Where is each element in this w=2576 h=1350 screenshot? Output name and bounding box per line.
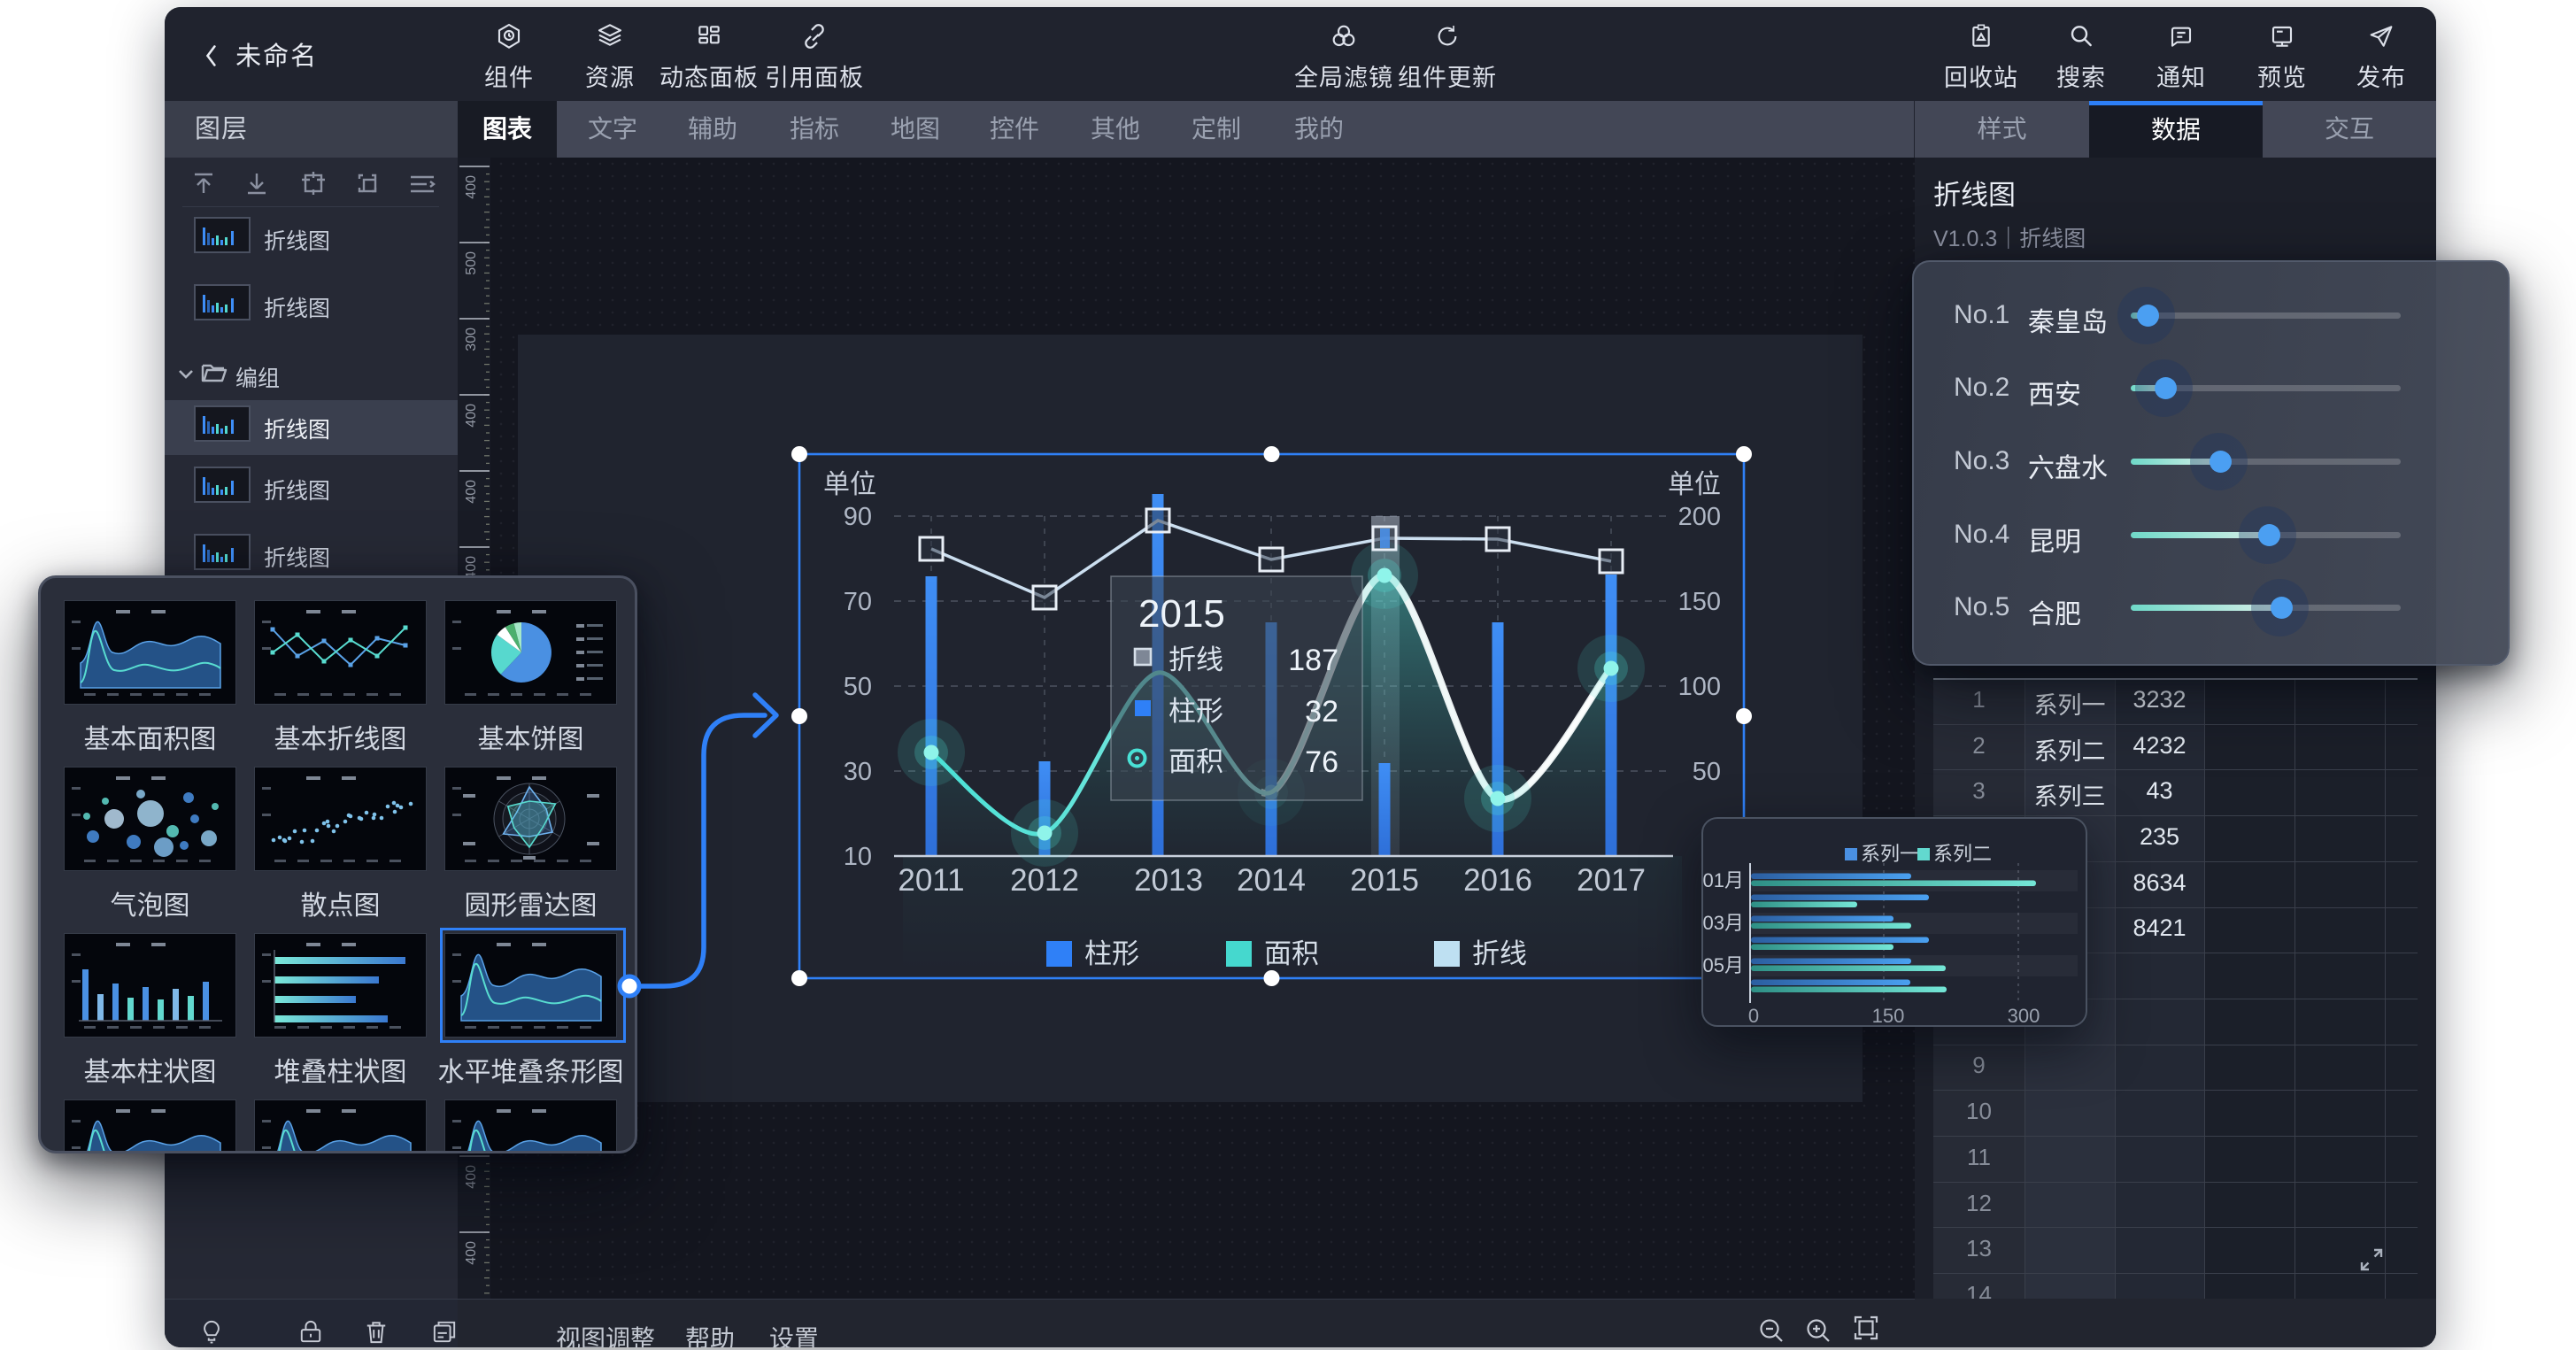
svg-text:2012: 2012 — [1010, 863, 1079, 898]
svg-text:10: 10 — [844, 843, 872, 871]
svg-text:500: 500 — [464, 251, 479, 275]
svg-text:300: 300 — [2008, 1005, 2040, 1027]
svg-text:2016: 2016 — [1463, 863, 1532, 898]
svg-text:单位: 单位 — [1668, 470, 1721, 499]
svg-text:70: 70 — [844, 588, 872, 616]
svg-text:300: 300 — [464, 328, 479, 351]
svg-text:200: 200 — [1678, 503, 1721, 531]
svg-text:400: 400 — [464, 1165, 479, 1189]
svg-text:400: 400 — [464, 1241, 479, 1265]
svg-text:50: 50 — [844, 673, 872, 701]
svg-text:折线: 折线 — [1168, 644, 1223, 675]
svg-text:400: 400 — [464, 404, 479, 428]
svg-text:柱形: 柱形 — [1168, 696, 1223, 727]
svg-text:05月: 05月 — [1703, 954, 1744, 976]
svg-text:187: 187 — [1288, 644, 1338, 677]
svg-text:76: 76 — [1305, 745, 1338, 779]
svg-text:150: 150 — [1678, 588, 1721, 616]
svg-text:2013: 2013 — [1134, 863, 1203, 898]
svg-text:2011: 2011 — [898, 863, 964, 898]
svg-text:柱形: 柱形 — [1084, 938, 1139, 969]
svg-text:2015: 2015 — [1350, 863, 1419, 898]
svg-text:32: 32 — [1305, 695, 1338, 729]
svg-text:150: 150 — [1872, 1005, 1905, 1027]
svg-text:单位: 单位 — [823, 470, 876, 499]
svg-text:400: 400 — [464, 175, 479, 199]
svg-text:90: 90 — [844, 503, 872, 531]
svg-text:折线: 折线 — [1472, 938, 1527, 969]
svg-text:2014: 2014 — [1237, 863, 1306, 898]
svg-text:面积: 面积 — [1264, 938, 1319, 969]
svg-text:面积: 面积 — [1168, 746, 1223, 777]
svg-text:100: 100 — [1678, 673, 1721, 701]
svg-text:2017: 2017 — [1577, 863, 1646, 898]
svg-text:01月: 01月 — [1703, 869, 1744, 891]
svg-text:0: 0 — [1748, 1005, 1759, 1027]
svg-text:400: 400 — [464, 480, 479, 504]
svg-text:50: 50 — [1693, 758, 1721, 786]
svg-text:30: 30 — [844, 758, 872, 786]
svg-text:2015: 2015 — [1138, 592, 1225, 636]
svg-text:03月: 03月 — [1703, 912, 1744, 934]
